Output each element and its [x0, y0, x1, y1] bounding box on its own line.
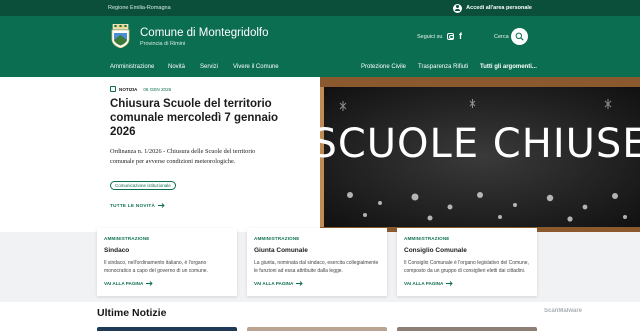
card-category: AMMINISTRAZIONE	[404, 236, 450, 241]
card-text: La giunta, nominata dal sindaco, esercit…	[254, 260, 379, 274]
hero-title[interactable]: Chiusura Scuole del territorio comunale …	[110, 97, 300, 139]
social-label: Seguici su	[417, 34, 443, 40]
card-category: AMMINISTRAZIONE	[254, 236, 300, 241]
hero-meta: NOTIZIA 06 GEN 2026	[110, 86, 171, 92]
nav-novita[interactable]: Novità	[168, 64, 185, 70]
hero-date: 06 GEN 2026	[143, 86, 172, 92]
site-header: Comune di Montegridolfo Provincia di Rim…	[0, 16, 640, 60]
hero-category: NOTIZIA	[119, 86, 138, 92]
watermark: ScanMalware	[544, 308, 583, 314]
search-label: Cerca	[494, 34, 509, 40]
card-link-label: VAI ALLA PAGINA	[404, 281, 444, 286]
card-title[interactable]: Giunta Comunale	[254, 247, 308, 254]
nav-vivere-il-comune[interactable]: Vivere il Comune	[233, 64, 279, 70]
news-thumbnail[interactable]	[397, 327, 537, 331]
card-sindaco[interactable]: AMMINISTRAZIONE Sindaco Il sindaco, nell…	[97, 228, 237, 296]
region-link[interactable]: Regione Emilia-Romagna	[108, 5, 171, 11]
arrow-right-icon	[296, 281, 303, 286]
news-thumbnail[interactable]	[97, 327, 237, 331]
card-consiglio-comunale[interactable]: AMMINISTRAZIONE Consiglio Comunale Il Co…	[397, 228, 537, 296]
card-link[interactable]: VAI ALLA PAGINA	[104, 281, 153, 286]
login-label: Accedi all'area personale	[466, 5, 532, 11]
search-button[interactable]	[511, 28, 528, 45]
top-bar: Regione Emilia-Romagna Accedi all'area p…	[0, 0, 640, 16]
site-title[interactable]: Comune di Montegridolfo	[140, 27, 269, 39]
main-navigation: Amministrazione Novità Servizi Vivere il…	[0, 60, 640, 77]
login-button[interactable]: Accedi all'area personale	[453, 3, 532, 13]
hero-image[interactable]: SCUOLE CHIUSE	[320, 77, 640, 232]
card-title[interactable]: Consiglio Comunale	[404, 247, 467, 254]
arrow-right-icon	[146, 281, 153, 286]
card-title[interactable]: Sindaco	[104, 247, 129, 254]
hero-image-text: SCUOLE CHIUSE	[320, 121, 640, 167]
search-icon	[515, 32, 524, 41]
card-link-label: VAI ALLA PAGINA	[254, 281, 294, 286]
card-link-label: VAI ALLA PAGINA	[104, 281, 144, 286]
calendar-icon	[110, 86, 116, 92]
all-news-link[interactable]: TUTTE LE NOVITÀ	[110, 203, 165, 208]
latest-news-heading: Ultime Notizie	[97, 307, 167, 319]
card-category: AMMINISTRAZIONE	[104, 236, 150, 241]
coat-of-arms-logo[interactable]	[111, 24, 130, 48]
card-link[interactable]: VAI ALLA PAGINA	[254, 281, 303, 286]
instagram-icon[interactable]	[447, 32, 454, 40]
arrow-right-icon	[446, 281, 453, 286]
nav-tutti-gli-argomenti[interactable]: Tutti gli argomenti...	[480, 64, 537, 70]
news-thumbnail[interactable]	[247, 327, 387, 331]
card-link[interactable]: VAI ALLA PAGINA	[404, 281, 453, 286]
card-text: Il sindaco, nell'ordinamento italiano, è…	[104, 260, 208, 274]
card-giunta-comunale[interactable]: AMMINISTRAZIONE Giunta Comunale La giunt…	[247, 228, 387, 296]
nav-amministrazione[interactable]: Amministrazione	[110, 64, 154, 70]
hero-topic-chip[interactable]: Comunicazione istituzionale	[110, 181, 176, 190]
site-subtitle: Provincia di Rimini	[140, 41, 186, 47]
facebook-icon[interactable]: f	[459, 31, 462, 41]
arrow-right-icon	[158, 203, 165, 208]
all-news-label: TUTTE LE NOVITÀ	[110, 203, 156, 208]
hero-abstract: Ordinanza n. 1/2026 - Chiusura delle Scu…	[110, 148, 256, 165]
user-icon	[453, 3, 463, 13]
nav-trasparenza-rifiuti[interactable]: Trasparenza Rifiuti	[418, 64, 468, 70]
nav-servizi[interactable]: Servizi	[200, 64, 218, 70]
card-text: Il Consiglio Comunale è l'organo legisla…	[404, 260, 529, 274]
nav-protezione-civile[interactable]: Protezione Civile	[361, 64, 406, 70]
